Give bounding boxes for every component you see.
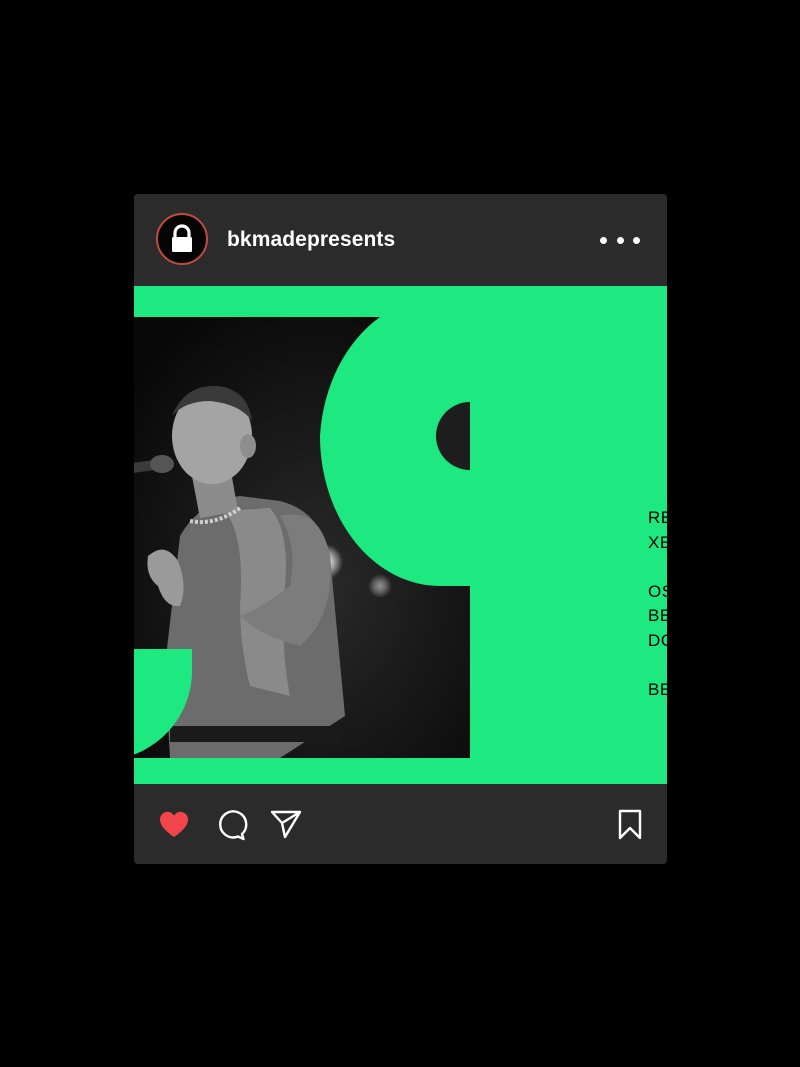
comment-icon (219, 810, 248, 841)
dot (600, 236, 607, 244)
side-text-line: OS (648, 581, 667, 601)
share-button[interactable] (268, 806, 304, 842)
instagram-post: bkmadepresents RE XE O BE D BE (134, 194, 667, 864)
more-options-icon[interactable] (600, 230, 640, 250)
side-text-line: XE (648, 532, 667, 552)
username[interactable]: bkmadepresents (227, 227, 395, 253)
dot (633, 236, 640, 244)
side-text-line: BE (648, 679, 667, 699)
post-actions-bar (134, 784, 667, 864)
send-icon (270, 810, 302, 839)
post-header: bkmadepresents (134, 194, 667, 286)
dot (616, 236, 624, 244)
side-text-line: DC (648, 630, 667, 650)
post-image[interactable]: RE XE OS BE DC BE (134, 286, 667, 784)
save-button[interactable] (612, 806, 648, 842)
poster-graphic (134, 286, 667, 784)
poster-side-text: RE XE OS BE DC BE (648, 506, 667, 702)
comment-button[interactable] (212, 806, 248, 842)
side-text-line: BE (648, 606, 667, 625)
like-button[interactable] (156, 806, 192, 842)
heart-icon (160, 811, 188, 837)
side-text-line: RE (648, 508, 667, 527)
bookmark-icon (618, 809, 642, 840)
avatar[interactable] (156, 213, 208, 265)
lock-icon (172, 224, 192, 252)
